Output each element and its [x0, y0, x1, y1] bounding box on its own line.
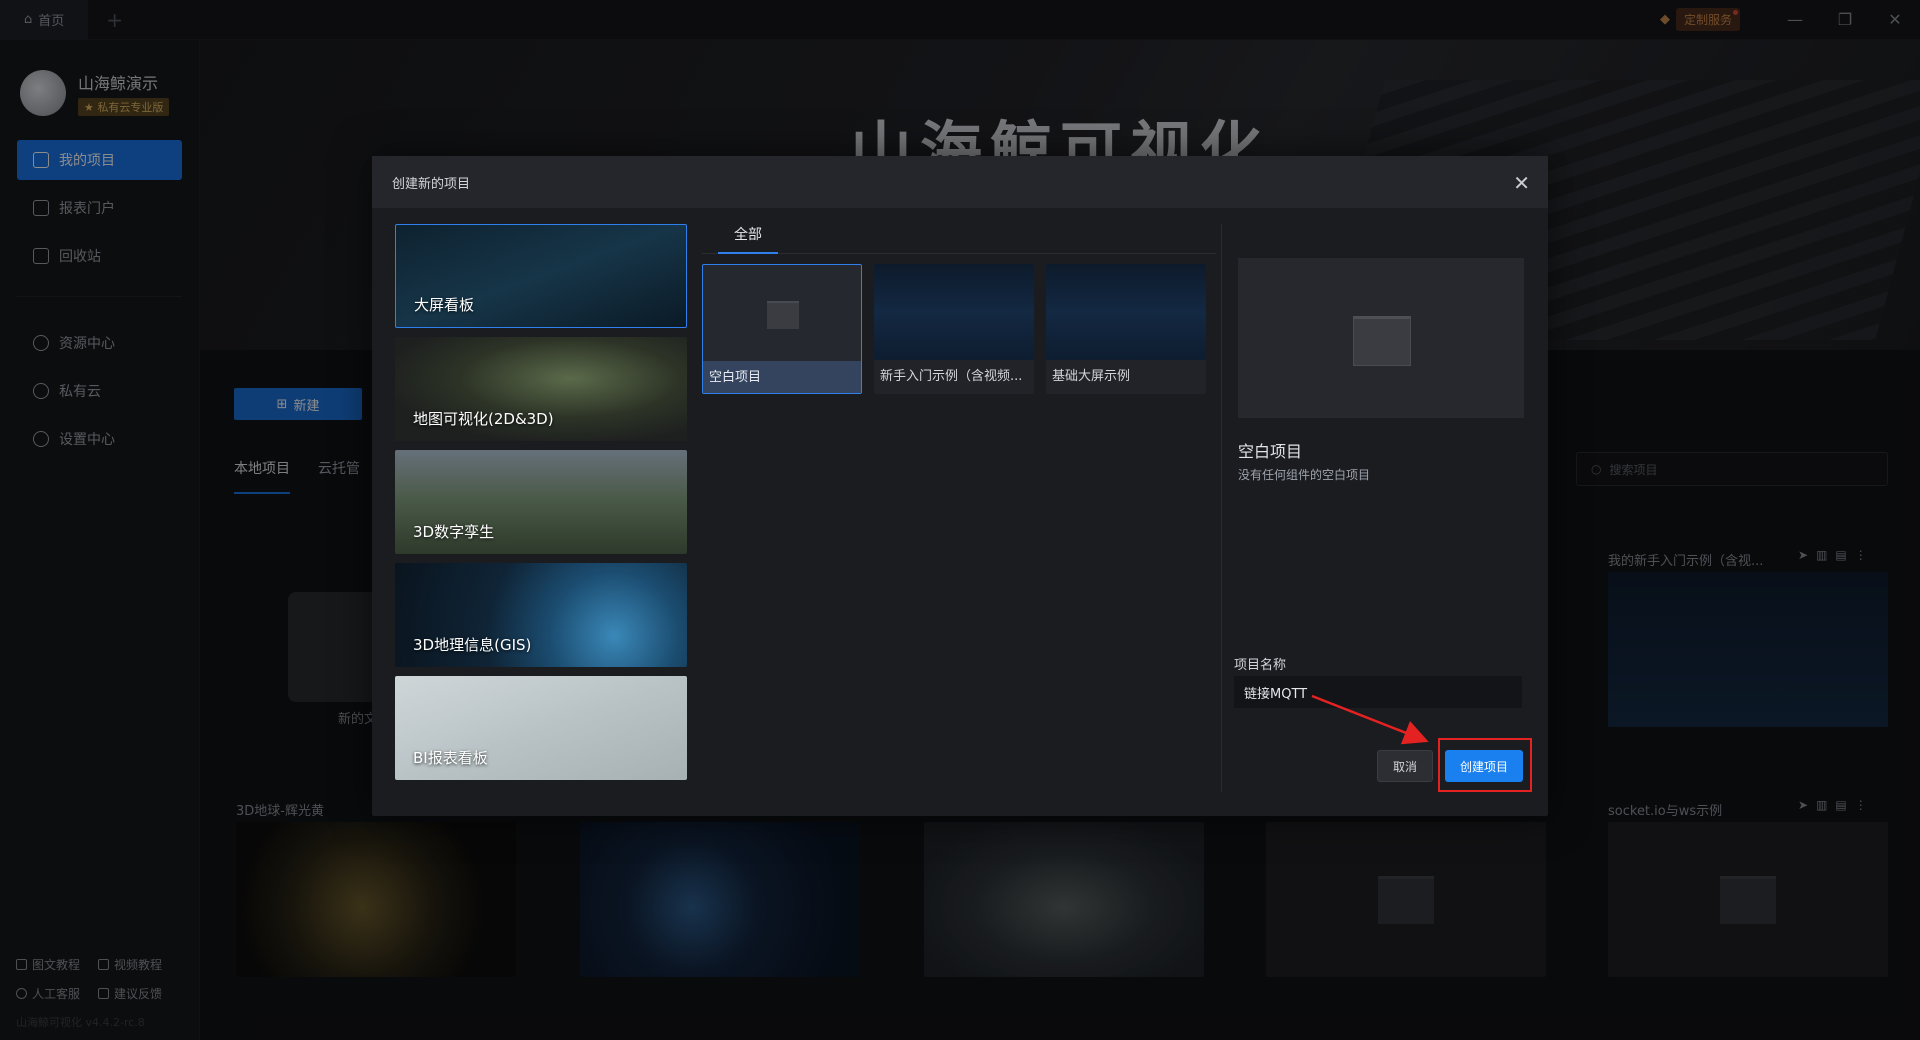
- highlight-annotation-box: [1438, 738, 1532, 792]
- category-bi-report[interactable]: BI报表看板: [395, 676, 687, 780]
- cancel-button[interactable]: 取消: [1377, 750, 1433, 782]
- project-name-input[interactable]: [1234, 676, 1522, 708]
- template-preview: [1238, 258, 1524, 418]
- dialog-title: 创建新的项目: [392, 176, 471, 192]
- tab-all[interactable]: 全部: [718, 224, 778, 254]
- preview-title: 空白项目: [1238, 442, 1303, 461]
- preview-description: 没有任何组件的空白项目: [1238, 468, 1371, 482]
- app-window: ⌂ 首页 + ◆ 定制服务 — ❐ ✕ 山海鲸演示 ★ 私有云专业版 我的项目: [0, 0, 1920, 1040]
- category-digital-twin[interactable]: 3D数字孪生: [395, 450, 687, 554]
- blank-project-icon: [767, 301, 799, 329]
- close-icon[interactable]: ✕: [1513, 171, 1530, 195]
- template-thumbnail: [703, 265, 861, 361]
- project-name-label: 项目名称: [1234, 658, 1287, 673]
- template-thumbnail: [1046, 264, 1206, 360]
- vertical-divider: [1221, 224, 1222, 792]
- category-dashboard[interactable]: 大屏看板: [395, 224, 687, 328]
- create-project-dialog: 创建新的项目 ✕ 大屏看板 地图可视化(2D&3D) 3D数字孪生 3D地理信息…: [372, 156, 1548, 816]
- template-thumbnail: [874, 264, 1034, 360]
- category-map-visualization[interactable]: 地图可视化(2D&3D): [395, 337, 687, 441]
- category-list: 大屏看板 地图可视化(2D&3D) 3D数字孪生 3D地理信息(GIS) BI报…: [395, 224, 687, 789]
- template-blank-project[interactable]: 空白项目: [702, 264, 862, 394]
- template-basic-dashboard[interactable]: 基础大屏示例: [1046, 264, 1206, 394]
- template-beginner-example[interactable]: 新手入门示例（含视频...: [874, 264, 1034, 394]
- template-area: 全部 空白项目 新手入门示例（含视频... 基础大屏示例: [702, 224, 1216, 784]
- blank-project-icon: [1353, 316, 1411, 366]
- template-tabs: 全部: [702, 224, 1216, 254]
- category-gis[interactable]: 3D地理信息(GIS): [395, 563, 687, 667]
- dialog-header: 创建新的项目 ✕: [372, 156, 1548, 208]
